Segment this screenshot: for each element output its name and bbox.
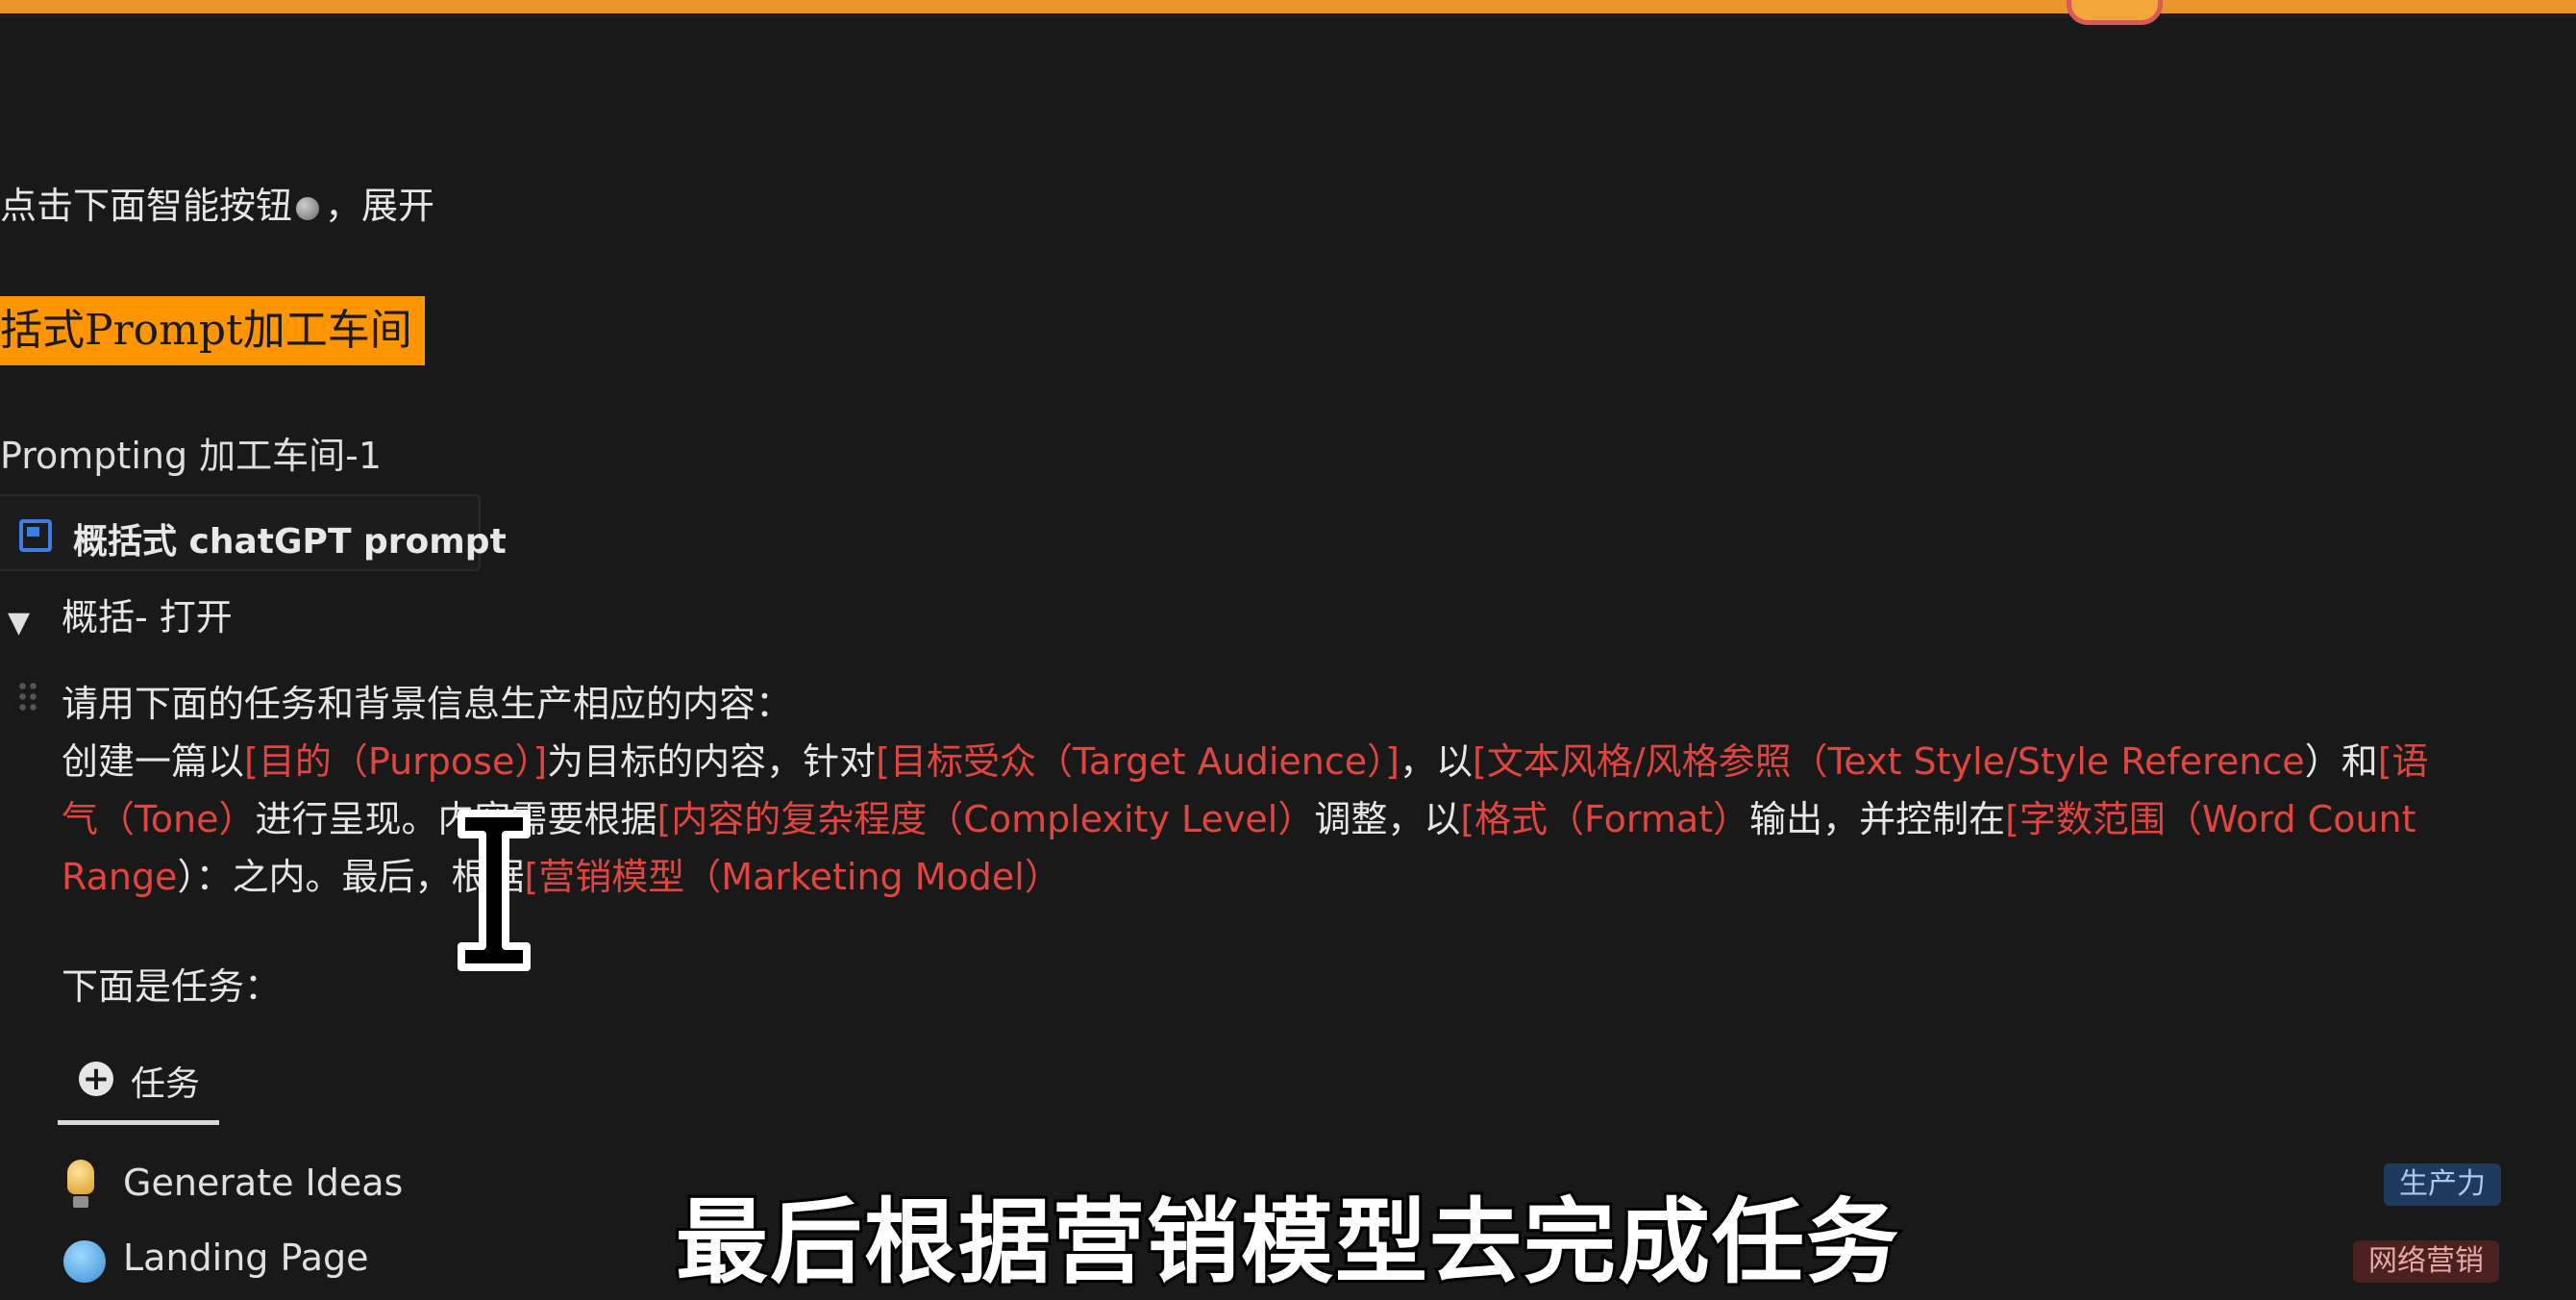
page-icon — [19, 519, 52, 552]
hint-text: 点击下面智能按钮 ，展开 — [0, 185, 434, 229]
tab-active-underline — [58, 1120, 219, 1125]
hint-text-suffix: ，展开 — [325, 185, 435, 227]
placeholder-variable: [营销模型（Marketing Model） — [524, 856, 1061, 898]
paragraph-text: ）和 — [2304, 740, 2378, 783]
section-title: Prompting 加工车间-1 — [0, 435, 383, 477]
placeholder-variable: [目标受众（Target Audience）] — [876, 740, 1399, 783]
placeholder-variable: 气（Tone） — [62, 798, 256, 840]
paragraph-row: Range）：之内。最后，根据[营销模型（Marketing Model） — [62, 848, 2522, 906]
placeholder-variable: [文本风格/风格参照（Text Style/Style Reference — [1473, 740, 2305, 783]
placeholder-variable: [字数范围（Word Count — [2005, 798, 2416, 840]
paragraph-text: 创建一篇以 — [62, 740, 245, 783]
video-subtitle: 最后根据营销模型去完成任务 — [673, 1186, 1901, 1299]
toggle-arrow-icon[interactable]: ▼ — [8, 606, 30, 639]
tab-label: 任务 — [131, 1064, 201, 1104]
page-link-label: 概括式 chatGPT prompt — [73, 522, 507, 562]
page: 点击下面智能按钮 ，展开 括式Prompt加工车间 Prompting 加工车间-… — [0, 0, 2576, 1300]
tab-tasks[interactable]: + 任务 — [58, 1054, 219, 1125]
placeholder-variable: [格式（Format） — [1460, 798, 1750, 840]
page-link-block[interactable]: 概括式 chatGPT prompt — [0, 494, 507, 571]
task-label: 下面是任务： — [62, 965, 282, 1008]
top-toolbar — [0, 0, 2576, 25]
paragraph-text: ，以 — [1399, 740, 1473, 783]
toggle-label[interactable]: 概括- 打开 — [62, 596, 233, 640]
placeholder-variable: [内容的复杂程度（Complexity Level） — [656, 798, 1315, 840]
placeholder-variable: [目的（Purpose）] — [244, 740, 548, 783]
avatar-icon[interactable] — [2067, 0, 2163, 25]
paragraph-text: 输出，并控制在 — [1749, 798, 2006, 840]
banner-title: 括式Prompt加工车间 — [0, 306, 412, 355]
paragraph-text: 调整，以 — [1314, 798, 1461, 840]
prompt-paragraph[interactable]: 请用下面的任务和背景信息生产相应的内容： 创建一篇以[目的（Purpose）]为… — [62, 675, 2522, 906]
paragraph-row: 气（Tone）进行呈现。内容需要根据[内容的复杂程度（Complexity Le… — [62, 790, 2522, 848]
paragraph-text: 为目标的内容，针对 — [547, 740, 877, 783]
text-cursor-icon — [458, 810, 531, 971]
prompt-workshop-banner: 括式Prompt加工车间 — [0, 296, 425, 365]
paragraph-row: 创建一篇以[目的（Purpose）]为目标的内容，针对[目标受众（Target … — [62, 733, 2522, 790]
plus-circle-icon: + — [79, 1062, 113, 1096]
drag-handle-icon[interactable] — [17, 681, 38, 713]
placeholder-variable: Range — [62, 856, 178, 898]
hint-text-label: 点击下面智能按钮 — [0, 185, 293, 227]
paragraph-intro: 请用下面的任务和背景信息生产相应的内容： — [62, 683, 793, 725]
smart-button-dot-icon — [296, 197, 320, 220]
placeholder-variable: [语 — [2377, 740, 2429, 783]
